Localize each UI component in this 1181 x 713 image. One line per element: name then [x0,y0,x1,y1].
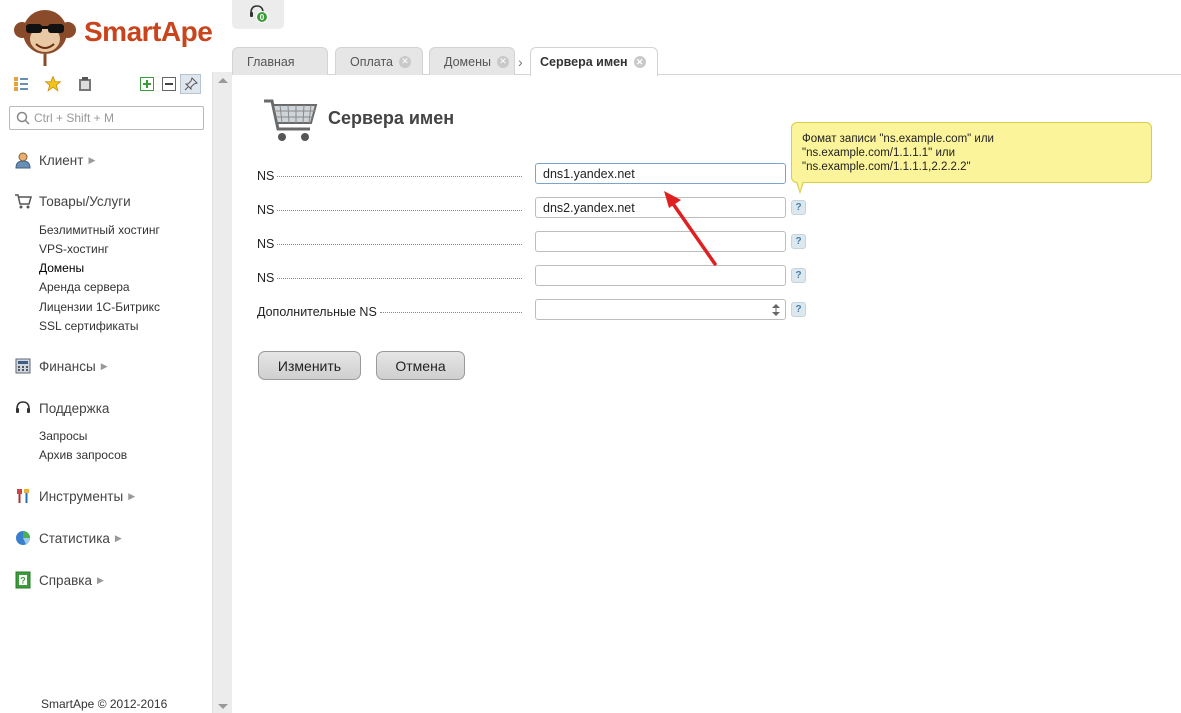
ns1-input[interactable] [535,163,786,184]
nav-item-domains[interactable]: Домены [39,261,84,275]
chevron-right-icon: ▶ [100,360,108,371]
tab-nameservers[interactable]: Сервера имен ✕ [530,47,658,76]
help-book-icon: ? [15,571,31,589]
nav-section-help[interactable]: ? Справка ▶ [14,571,104,589]
nav-section-label: Статистика [39,530,110,546]
footer-copyright: SmartApe © 2012-2016 [41,697,168,711]
tree-view-icon[interactable] [12,75,30,93]
submit-button[interactable]: Изменить [258,351,361,380]
chevron-right-icon: › [518,54,523,70]
chevron-right-icon: ▶ [128,490,136,501]
nav-section-label: Поддержка [39,400,110,416]
nav-section-support[interactable]: Поддержка [14,399,109,417]
headset-icon [16,401,30,413]
shopping-cart-icon [264,99,318,141]
tooltip-line: "ns.example.com/1.1.1.1" или [802,147,956,159]
tab-label: Главная [247,54,295,69]
nav-section-label: Клиент [39,152,84,168]
finance-icon [15,358,31,374]
nav-section-label: Товары/Услуги [39,193,131,209]
field-label-ns-1: NS [257,169,522,183]
user-icon [15,152,31,169]
app-root: { "brand": { "name": "SmartApe", "accent… [0,0,1181,713]
field-label-ns-2: NS [257,203,522,217]
tooltip-line: "ns.example.com/1.1.1.1,2.2.2.2" [802,161,971,173]
expand-all-icon[interactable] [138,75,156,93]
help-icon[interactable]: ? [791,268,806,283]
nav-section-label: Инструменты [39,488,124,504]
nav-item-server-rent[interactable]: Аренда сервера [39,280,130,294]
nav-section-products[interactable]: Товары/Услуги [14,192,131,210]
tab-label: Сервера имен [540,55,628,69]
chevron-right-icon: ▶ [114,532,122,543]
tab-payment[interactable]: Оплата ✕ [335,47,423,75]
pie-chart-icon [16,531,30,545]
nav-item-requests-archive[interactable]: Архив запросов [39,448,127,462]
nav-section-finance[interactable]: Финансы ▶ [14,357,108,375]
clipboard-icon[interactable] [76,75,94,93]
close-icon[interactable]: ✕ [399,55,411,68]
nav-section-statistics[interactable]: Статистика ▶ [14,529,122,547]
logo[interactable]: SmartApe [12,2,213,68]
page-title: Сервера имен [328,108,455,128]
collapse-all-icon[interactable] [160,75,178,93]
tab-domains[interactable]: Домены ✕ [429,47,515,75]
field-label-additional-ns: Дополнительные NS [257,305,522,319]
tools-icon [17,489,29,503]
nav-section-label: Финансы [39,358,96,374]
sidebar-search[interactable] [9,106,204,130]
format-hint-tooltip: Фомат записи "ns.example.com" или "ns.ex… [791,122,1152,194]
scroll-down-icon[interactable] [218,704,228,709]
nav-section-tools[interactable]: Инструменты ▶ [14,487,135,505]
help-icon[interactable]: ? [791,200,806,215]
scroll-up-icon[interactable] [218,78,228,83]
resize-spinner-icon[interactable] [771,303,781,317]
field-label-ns-3: NS [257,237,522,251]
ns4-input[interactable] [535,265,786,286]
tab-label: Оплата [350,54,393,69]
close-icon[interactable]: ✕ [633,56,646,68]
help-icon[interactable]: ? [791,234,806,249]
nav-section-client[interactable]: Клиент ▶ [14,151,95,169]
sidebar: SmartApe Клиент ▶ Товары/Услуги [0,0,213,713]
nav-item-unlimited-hosting[interactable]: Безлимитный хостинг [39,223,160,237]
cart-icon [15,194,32,209]
sidebar-toolbar [10,74,205,97]
nav-section-label: Справка [39,572,92,588]
annotation-arrow-icon [664,191,717,266]
help-icon[interactable]: ? [791,302,806,317]
close-icon[interactable]: ✕ [497,55,509,68]
chevron-right-icon: ▶ [96,574,104,585]
additional-ns-textarea[interactable] [535,299,786,320]
nav-item-bitrix-licenses[interactable]: Лицензии 1С-Битрикс [39,300,160,314]
cancel-button[interactable]: Отмена [376,351,465,380]
field-label-ns-4: NS [257,271,522,285]
support-notifications-button[interactable]: 0 [232,0,284,29]
sidebar-scrollbar[interactable] [212,72,232,713]
tab-label: Домены [444,54,491,69]
tab-bar: Главная Оплата ✕ Домены ✕ › Сервера имен… [232,44,1181,76]
svg-text:?: ? [20,576,26,586]
nav-item-vps-hosting[interactable]: VPS-хостинг [39,242,109,256]
notification-badge: 0 [256,11,268,23]
monkey-logo-icon [14,10,76,66]
search-icon [16,111,30,125]
star-icon[interactable] [44,75,62,93]
nav-item-ssl-certificates[interactable]: SSL сертификаты [39,319,138,333]
search-input[interactable] [34,110,199,126]
tooltip-line: Фомат записи "ns.example.com" или [802,133,994,145]
brand-name: SmartApe [84,16,213,47]
nav-item-requests[interactable]: Запросы [39,429,87,443]
pin-icon[interactable] [180,74,201,94]
chevron-right-icon: ▶ [88,154,96,165]
tab-home[interactable]: Главная [232,47,328,75]
